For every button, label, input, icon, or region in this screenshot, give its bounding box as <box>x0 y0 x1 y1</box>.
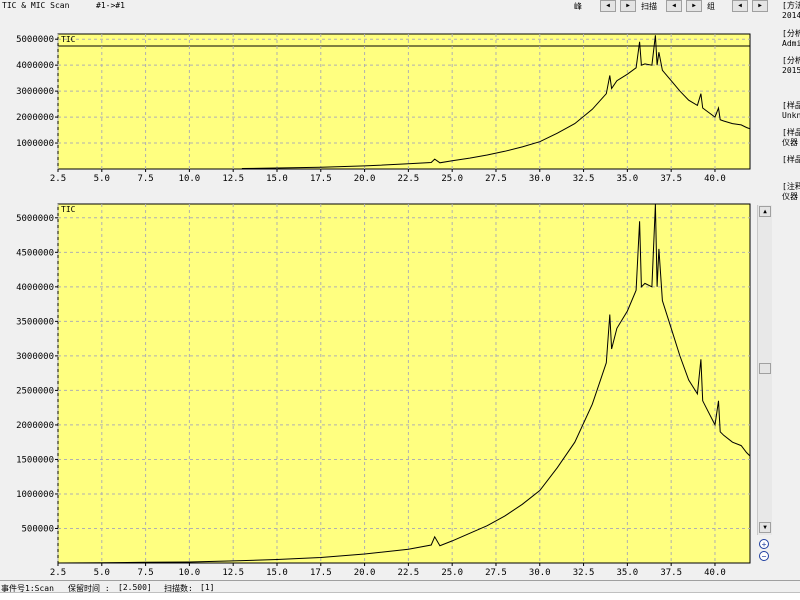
y-tick-label: 1000000 <box>16 490 54 500</box>
chromatogram-main-chart[interactable]: 2.5 5.0 7.5 10.0 12.5 15.0 17.5 20.0 22.5 25.0 27.… <box>0 0 780 580</box>
zoom-out-icon[interactable]: − <box>759 551 769 561</box>
x-tick-label: 17.5 <box>310 568 332 578</box>
sidebar-item: [样品 <box>782 155 800 164</box>
y-tick-label: 4000000 <box>16 283 54 293</box>
plot-area <box>57 203 751 564</box>
scan-count-value: [1] <box>200 583 215 592</box>
x-tick-label: 15.0 <box>266 568 288 578</box>
x-tick-label: 27.5 <box>485 568 507 578</box>
y-tick-label: 3500000 <box>16 317 54 327</box>
info-sidebar: [方法 2014 [分析 Admi [分析 2015 [样品 Unkn [样品 … <box>780 0 800 575</box>
x-tick-label: 12.5 <box>222 568 244 578</box>
y-tick-label: 2000000 <box>16 421 54 431</box>
y-tick-label: 2500000 <box>16 386 54 396</box>
scroll-down-button[interactable]: ▼ <box>759 522 771 533</box>
retention-value: [2.500] <box>118 583 152 592</box>
scroll-thumb[interactable] <box>759 363 771 374</box>
sidebar-item: [注释 <box>782 182 800 191</box>
x-tick-label: 10.0 <box>179 568 201 578</box>
x-tick-label: 30.0 <box>529 568 551 578</box>
x-tick-label: 37.5 <box>660 568 682 578</box>
x-tick-label: 20.0 <box>354 568 376 578</box>
x-tick-label: 7.5 <box>137 568 153 578</box>
sidebar-item: [分析 <box>782 56 800 65</box>
x-tick-label: 32.5 <box>573 568 595 578</box>
y-tick-label: 1500000 <box>16 455 54 465</box>
y-tick-label: 500000 <box>21 524 54 534</box>
x-tick-label: 35.0 <box>617 568 639 578</box>
y-tick-label: 5000000 <box>16 214 54 224</box>
sidebar-item: [样品 <box>782 101 800 110</box>
sidebar-item: Unkn <box>782 111 800 120</box>
sidebar-item: 仪器 <box>782 138 798 147</box>
chart-title: TIC <box>61 205 76 214</box>
sidebar-item: [分析 <box>782 29 800 38</box>
sidebar-item: 2015 <box>782 66 800 75</box>
y-tick-label: 4500000 <box>16 248 54 258</box>
sidebar-item: 仪器 <box>782 192 798 201</box>
x-tick-label: 25.0 <box>441 568 463 578</box>
x-tick-label: 40.0 <box>704 568 726 578</box>
y-tick-label: 3000000 <box>16 352 54 362</box>
x-tick-label: 5.0 <box>94 568 110 578</box>
x-tick-label: 22.5 <box>398 568 420 578</box>
sidebar-item: Admi <box>782 39 800 48</box>
scroll-up-button[interactable]: ▲ <box>759 206 771 217</box>
sidebar-item: [样品 <box>782 128 800 137</box>
chart-scrollbar[interactable]: ▲ ▼ <box>757 205 772 535</box>
zoom-in-icon[interactable]: + <box>759 539 769 549</box>
x-tick-label: 2.5 <box>50 568 66 578</box>
sidebar-item: 2014 <box>782 11 800 20</box>
sidebar-item: [方法 <box>782 1 800 10</box>
